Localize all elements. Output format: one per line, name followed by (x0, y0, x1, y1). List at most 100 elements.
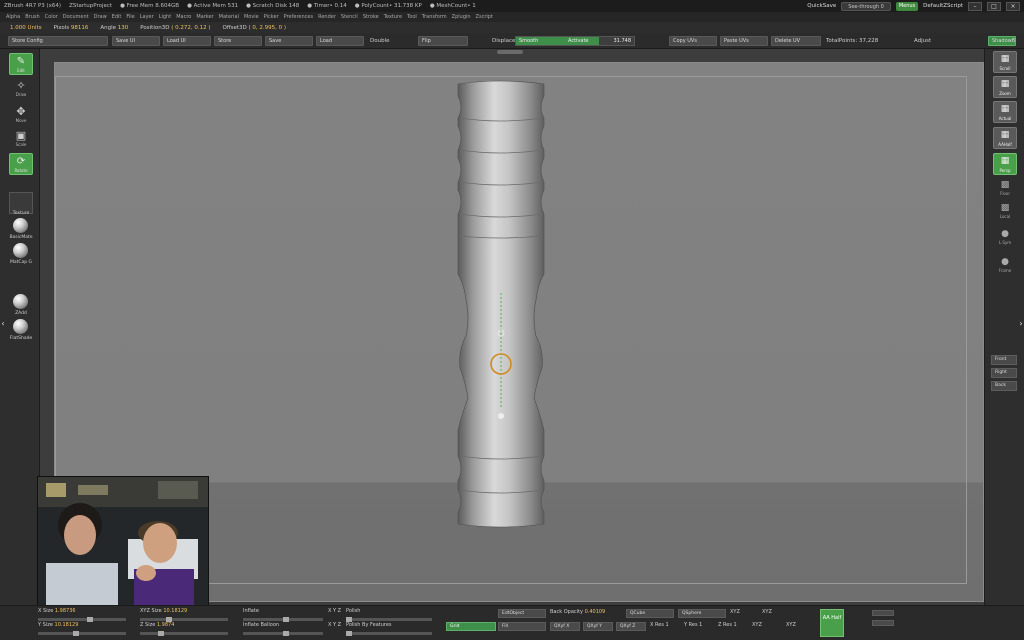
bottom-extra-slider-b[interactable] (872, 620, 894, 626)
minimize-button[interactable]: – (968, 1, 982, 11)
menu-picker[interactable]: Picker (264, 14, 279, 20)
close-button[interactable]: × (1006, 1, 1020, 11)
actual-button[interactable]: ▦ Actual (993, 101, 1017, 123)
move-mode-button[interactable]: ✥ Move (8, 105, 34, 123)
delete-uv-button[interactable]: Delete UV (771, 36, 821, 46)
shadowbox-button[interactable]: ShadowBox (988, 36, 1016, 46)
floor-button[interactable]: ▩ Floor (991, 180, 1019, 196)
fill-button[interactable]: Fill (498, 622, 546, 631)
menu-color[interactable]: Color (45, 14, 58, 20)
flip-button[interactable]: Flip (418, 36, 468, 46)
mirror-xyz-toggle-a[interactable]: XYZ (730, 608, 740, 617)
zoom-button[interactable]: ▦ Zoom (993, 76, 1017, 98)
mirror-xyz-toggle-b[interactable]: XYZ (762, 608, 772, 617)
qxy-y-button[interactable]: QXyf Y (583, 622, 613, 631)
right-shelf: ▦ Scroll ▦ Zoom ▦ Actual ▦ AAHalf ▦ Pers… (984, 49, 1024, 605)
load-ui-button[interactable]: Load UI (163, 36, 211, 46)
right-view-button[interactable]: Right (991, 368, 1017, 378)
scroll-button[interactable]: ▦ Scroll (993, 51, 1017, 73)
activate-slider[interactable]: Smooth Activate 31.748 (515, 36, 635, 46)
menu-alpha[interactable]: Alpha (6, 14, 20, 20)
res-xyz-toggle-a[interactable]: XYZ (752, 621, 762, 630)
save-button[interactable]: Save (265, 36, 313, 46)
zadd-sphere[interactable] (13, 294, 28, 309)
menu-transform[interactable]: Transform (422, 14, 447, 20)
persp-button[interactable]: ▦ Persp (993, 153, 1017, 175)
copy-uvs-button[interactable]: Copy UVs (669, 36, 717, 46)
maximize-button[interactable]: □ (987, 1, 1001, 11)
angle-label: Angle (100, 24, 117, 31)
menu-light[interactable]: Light (159, 14, 171, 20)
menu-material[interactable]: Material (219, 14, 239, 20)
y-size-slider-knob[interactable] (73, 631, 80, 636)
polish-features-slider-knob[interactable] (346, 631, 352, 636)
rotate-mode-button[interactable]: ⟳ Rotate (9, 153, 33, 175)
sculpt-model[interactable] (440, 78, 560, 538)
inflate-balloon-slider[interactable] (243, 631, 323, 636)
scale-mode-button[interactable]: ▣ Scale (8, 129, 34, 147)
menu-layer[interactable]: Layer (140, 14, 154, 20)
bottom-extra-slider-a[interactable] (872, 610, 894, 616)
menu-render[interactable]: Render (318, 14, 336, 20)
left-shelf-arrow-icon[interactable]: ‹ (0, 317, 6, 331)
frame-button[interactable]: ● Frame (991, 257, 1019, 273)
menu-document[interactable]: Document (63, 14, 89, 20)
draw-mode-button[interactable]: ✧ Draw (8, 79, 34, 97)
menu-file[interactable]: File (126, 14, 134, 20)
back-view-button[interactable]: Back (991, 381, 1017, 391)
menu-zscript[interactable]: Zscript (476, 14, 493, 20)
menu-movie[interactable]: Movie (244, 14, 259, 20)
paste-uvs-button[interactable]: Paste UVs (720, 36, 768, 46)
inflate-xyz-toggle[interactable]: X Y Z (328, 607, 341, 616)
right-shelf-arrow-icon[interactable]: › (1018, 317, 1024, 331)
aahalf-toggle[interactable]: AA Half (820, 609, 844, 637)
load-button[interactable]: Load (316, 36, 364, 46)
qsphere-button[interactable]: QSphere (678, 609, 726, 618)
menu-marker[interactable]: Marker (196, 14, 213, 20)
lsym-button[interactable]: ● L.Sym (991, 229, 1019, 245)
edit-mode-button[interactable]: ✎ Edit (9, 53, 33, 75)
quicksave-button[interactable]: QuickSave (807, 3, 836, 9)
menu-macro[interactable]: Macro (176, 14, 191, 20)
double-toggle[interactable]: Double (370, 36, 390, 46)
inflate-slider-knob[interactable] (283, 617, 289, 622)
default-zscript-button[interactable]: DefaultZScript (923, 3, 963, 9)
scroll-icon: ▦ (1000, 54, 1010, 64)
menu-preferences[interactable]: Preferences (284, 14, 313, 20)
menu-texture[interactable]: Texture (384, 14, 402, 20)
z-size-slider-knob[interactable] (157, 631, 164, 636)
edit-object-button[interactable]: EdtObject (498, 609, 546, 618)
menu-edit[interactable]: Edit (112, 14, 122, 20)
matcap-sphere[interactable] (13, 243, 28, 258)
menus-toggle[interactable]: Menus (895, 1, 919, 11)
qcube-button[interactable]: QCube (626, 609, 674, 618)
y-size-slider[interactable] (38, 631, 126, 636)
flatshade-sphere[interactable] (13, 319, 28, 334)
menu-tool[interactable]: Tool (407, 14, 417, 20)
menu-zplugin[interactable]: Zplugin (452, 14, 471, 20)
menu-stroke[interactable]: Stroke (363, 14, 379, 20)
res-xyz-toggle-b[interactable]: XYZ (786, 621, 796, 630)
qxy-x-button[interactable]: QXyf X (550, 622, 580, 631)
menu-draw[interactable]: Draw (94, 14, 107, 20)
position-value: ( 0.272, 0.12 ) (171, 24, 211, 31)
front-view-button[interactable]: Front (991, 355, 1017, 365)
menu-stencil[interactable]: Stencil (341, 14, 358, 20)
grid-button[interactable]: Grid (446, 622, 496, 631)
store-config-button[interactable]: Store Config (8, 36, 108, 46)
seethrough-slider[interactable]: See-through 0 (841, 1, 891, 11)
menu-brush[interactable]: Brush (25, 14, 39, 20)
save-ui-button[interactable]: Save UI (112, 36, 160, 46)
balloon-xyz-toggle[interactable]: X Y Z (328, 621, 341, 630)
qxy-z-button[interactable]: QXyf Z (616, 622, 646, 631)
canvas-scroll-handle[interactable] (497, 50, 523, 54)
inflate-balloon-slider-knob[interactable] (283, 631, 289, 636)
x-size-slider-knob[interactable] (87, 617, 94, 622)
aahalf-button[interactable]: ▦ AAHalf (993, 127, 1017, 149)
basic-material-sphere[interactable] (13, 218, 28, 233)
local-button[interactable]: ▩ Local (991, 203, 1019, 219)
z-size-slider[interactable] (140, 631, 228, 636)
polish-features-slider[interactable] (346, 631, 432, 636)
store-button[interactable]: Store (214, 36, 262, 46)
adjust-button[interactable]: Adjust (914, 36, 931, 46)
